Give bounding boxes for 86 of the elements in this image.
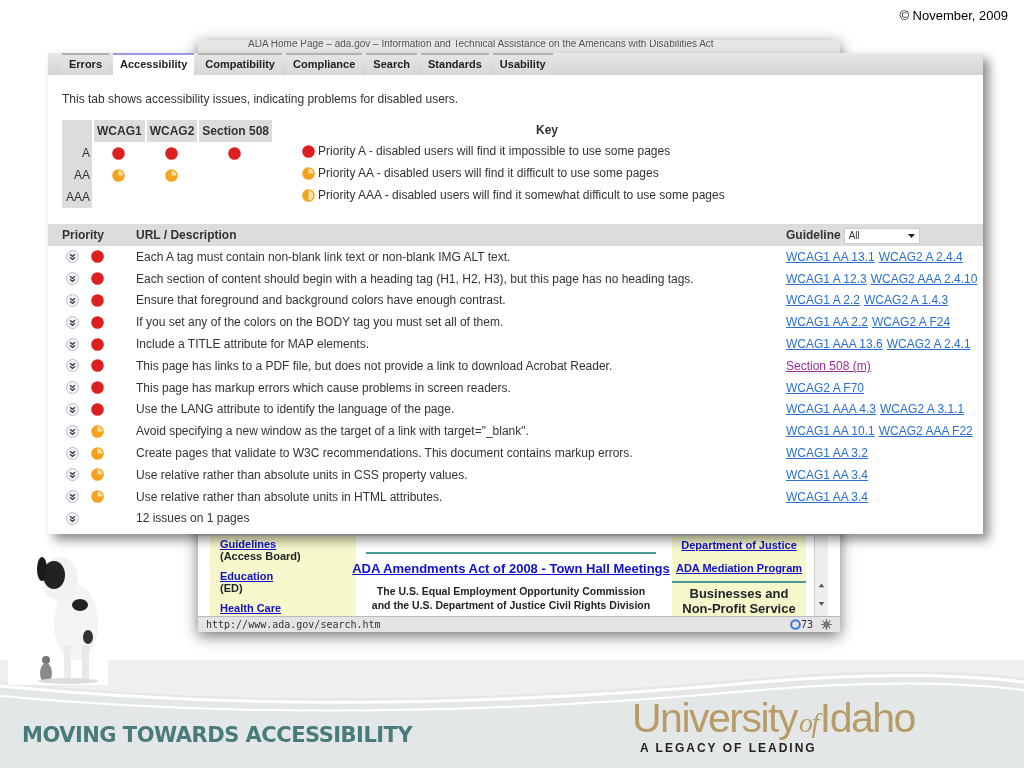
guideline-link[interactable]: WCAG2 A 2.4.4 (878, 249, 963, 264)
expand-icon[interactable] (66, 315, 79, 329)
issue-text: This page has links to a PDF file, but does not provide a link to download Acrobat Reader. (136, 357, 614, 375)
guideline-link[interactable]: WCAG1 AA 3.2 (786, 446, 869, 461)
column-header: URL / Description (136, 228, 237, 242)
guideline-link[interactable]: WCAG1 AA 10.1 (786, 424, 875, 439)
guideline-link[interactable]: WCAG1 A 2.2 (786, 293, 861, 308)
issue-text: If you set any of the colors on the BODY tag you must set all of them. (136, 314, 505, 332)
expand-icon[interactable] (66, 337, 79, 351)
expand-icon[interactable] (66, 359, 79, 373)
guideline-link[interactable]: WCAG1 A 12.3 (786, 271, 867, 286)
expand-icon[interactable] (66, 468, 79, 482)
sidebar-link[interactable]: ADA Mediation Program (672, 559, 806, 576)
guideline-select[interactable]: All (843, 227, 920, 244)
key-text: Priority AAA - disabled users will find it somewhat difficult to use some pages (318, 187, 725, 204)
issue-text: Create pages that validate to W3C recommendations. This document contains markup errors. (136, 445, 634, 463)
tab[interactable]: Search (366, 53, 418, 75)
date-text: © November, 2009 (899, 7, 1008, 25)
guideline-link[interactable]: WCAG1 AAA 13.6 (786, 337, 883, 352)
guideline-link[interactable]: WCAG2 A 3.1.1 (880, 402, 965, 417)
window-title: ADA Home Page – ada.gov – Information and Technical Assistance on the Americans with Disabilities Act (247, 40, 714, 51)
column-header: Guideline (786, 228, 841, 242)
tab[interactable]: Compatibility (198, 53, 282, 75)
expand-icon[interactable] (66, 402, 79, 416)
expand-icon[interactable] (66, 250, 79, 264)
issue-text: Avoid specifying a new window as the target of a link with target="_blank". (136, 423, 530, 441)
tab[interactable]: Standards (421, 53, 489, 75)
guideline-link[interactable]: WCAG1 AA 3.4 (786, 467, 869, 482)
issue-text: Use relative rather than absolute units in HTML attributes. (136, 488, 444, 506)
column-header: Priority (62, 228, 104, 242)
status-url: http://www.ada.gov/search.htm (206, 618, 381, 632)
row-label: AAA (62, 186, 92, 208)
row-label: A (62, 142, 92, 164)
issue-text: Each section of content should begin with a heading tag (H1, H2, H3), but this page has no heading tags. (136, 270, 695, 288)
guideline-link[interactable]: WCAG2 AAA F22 (878, 424, 973, 439)
sidebar-link[interactable]: Department of Justice (672, 537, 806, 554)
guideline-link[interactable]: WCAG2 A F24 (872, 315, 951, 330)
gear-icon (821, 619, 832, 630)
issue-text: Include a TITLE attribute for MAP elements. (136, 336, 370, 354)
expand-icon[interactable] (66, 272, 79, 286)
issue-text: Use relative rather than absolute units in CSS property values. (136, 466, 469, 484)
guideline-link[interactable]: WCAG1 AAA 4.3 (786, 402, 877, 417)
guideline-link[interactable]: WCAG2 A F70 (786, 380, 865, 395)
section-heading: Non-Profit Service (681, 601, 797, 616)
expand-icon[interactable] (66, 446, 79, 460)
issue-text: Use the LANG attribute to identify the language of the page. (136, 401, 456, 419)
issue-text: Ensure that foreground and background colors have enough contrast. (136, 292, 507, 310)
expand-icon[interactable] (66, 294, 79, 307)
row-label: AA (62, 164, 92, 186)
guideline-link[interactable]: WCAG2 A 1.4.3 (864, 293, 949, 308)
column-header: WCAG2 (144, 120, 198, 142)
summary-text: 12 issues on 1 pages (136, 510, 251, 528)
expand-icon[interactable] (66, 490, 79, 504)
issue-text: Each A tag must contain non-blank link text or non-blank IMG ALT text. (136, 248, 512, 266)
intro-text: This tab shows accessibility issues, indicating problems for disabled users. (62, 91, 460, 108)
expand-icon[interactable] (66, 424, 79, 438)
guideline-link[interactable]: WCAG1 AA 2.2 (786, 315, 869, 330)
sidebar-note: (ED) (220, 582, 244, 594)
tab[interactable]: Accessibility (113, 53, 195, 75)
key-text: Priority A - disabled users will find it impossible to use some pages (318, 143, 671, 160)
issue-text: This page has markup errors which cause problems in screen readers. (136, 379, 512, 397)
column-header: Section 508 (197, 120, 273, 142)
headline-link[interactable]: ADA Amendments Act of 2008 - Town Hall Meetings (352, 559, 670, 579)
body-text: The U.S. Equal Employment Opportunity Commission (375, 583, 647, 598)
guideline-link[interactable]: WCAG1 AA 3.4 (786, 489, 869, 504)
sidebar-link[interactable]: Health Care (220, 602, 356, 614)
caret-icon (907, 233, 915, 238)
column-header: WCAG1 (92, 120, 145, 142)
tab[interactable]: Usability (492, 53, 553, 75)
guideline-link[interactable]: WCAG2 A 2.4.1 (886, 337, 971, 352)
expand-icon[interactable] (66, 511, 79, 525)
key-text: Priority AA - disabled users will find it difficult to use some pages (318, 165, 659, 182)
section-heading: Businesses and (688, 586, 790, 601)
guideline-link[interactable]: Section 508 (m) (786, 358, 871, 373)
ring-icon (789, 619, 801, 630)
tab[interactable]: Compliance (285, 53, 363, 75)
sidebar-note: (Access Board) (220, 550, 302, 562)
footer-title: MOVING TOWARDS ACCESSIBILITY (22, 722, 413, 749)
sidebar-link[interactable]: Guidelines (220, 538, 356, 550)
guideline-link[interactable]: WCAG2 AAA 2.4.10 (870, 271, 978, 286)
guideline-link[interactable]: WCAG1 AA 13.1 (786, 249, 875, 264)
expand-icon[interactable] (66, 381, 79, 395)
tab[interactable]: Errors (62, 53, 110, 75)
key-title: Key (535, 122, 560, 139)
body-text: and the U.S. Department of Justice Civil Rights Division (371, 597, 651, 612)
status-count: 73 (800, 618, 813, 632)
